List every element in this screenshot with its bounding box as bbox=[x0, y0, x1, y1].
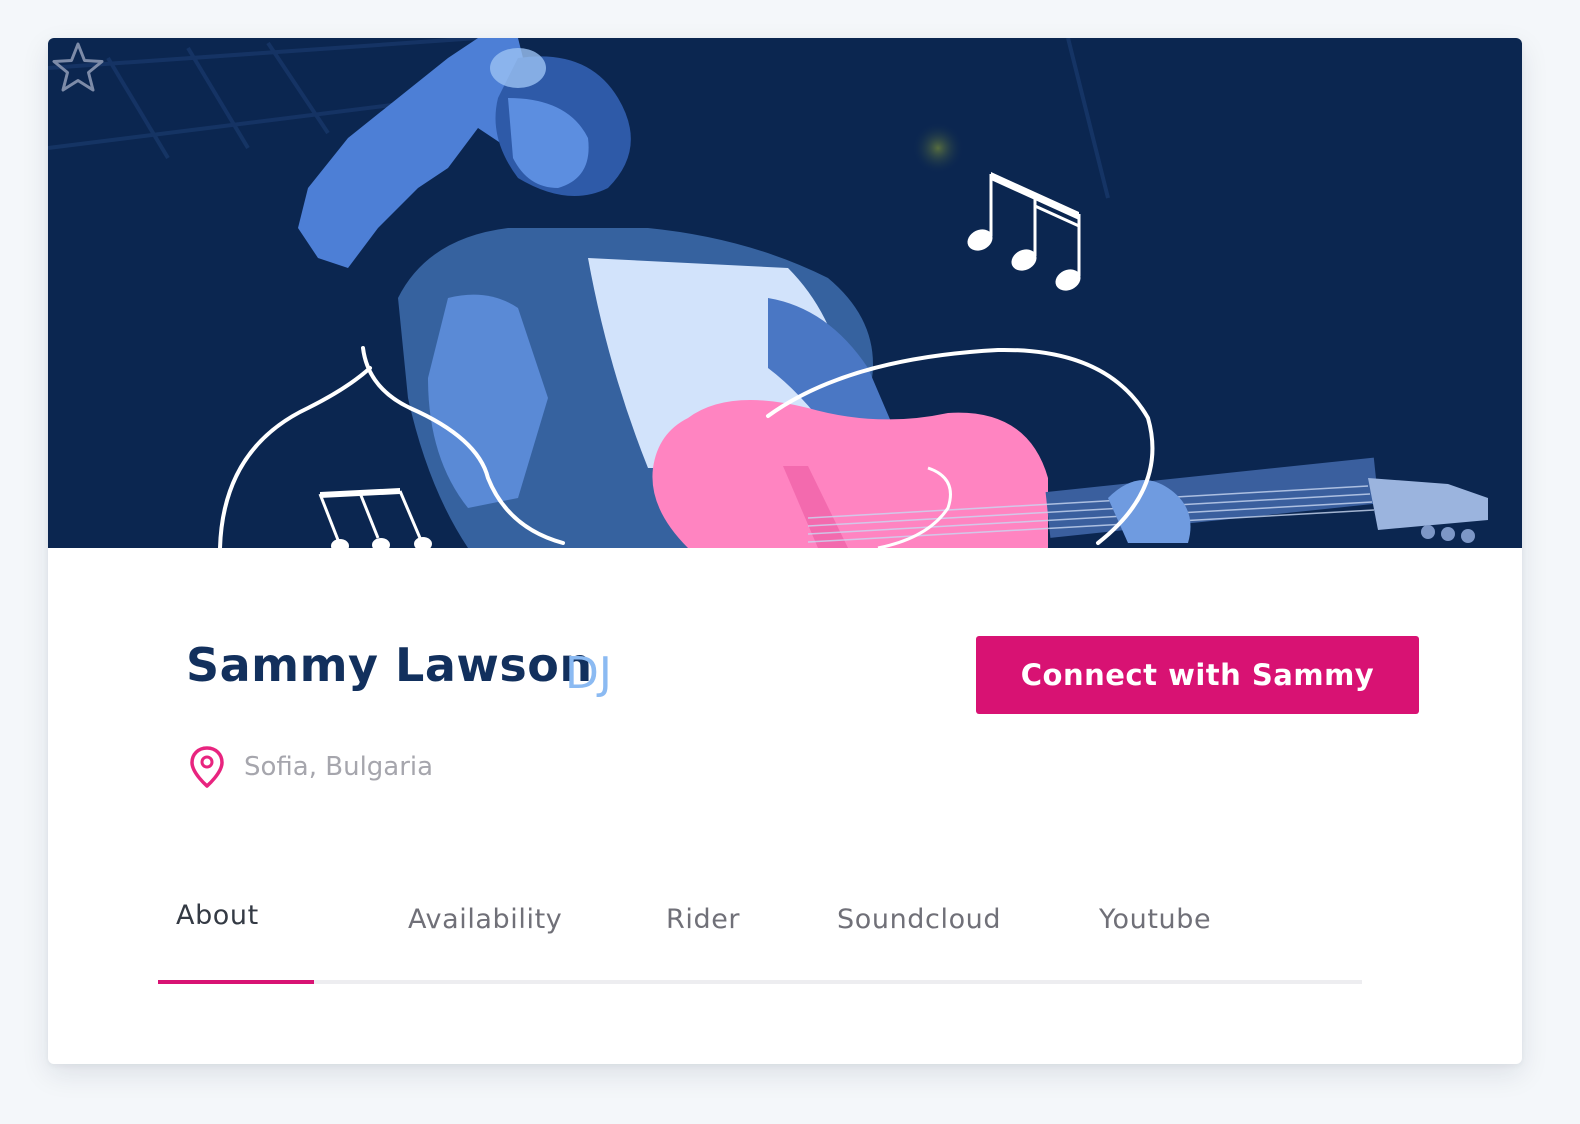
profile-role: DJ bbox=[565, 648, 612, 699]
guitar-illustration bbox=[652, 400, 1488, 548]
tab-youtube[interactable]: Youtube bbox=[1099, 904, 1211, 935]
star-outline-icon[interactable] bbox=[48, 38, 108, 98]
location: Sofia, Bulgaria bbox=[188, 744, 433, 790]
map-pin-icon bbox=[190, 746, 224, 788]
tab-track bbox=[158, 980, 1362, 984]
tab-soundcloud[interactable]: Soundcloud bbox=[837, 904, 1001, 935]
tab-availability[interactable]: Availability bbox=[408, 904, 562, 935]
active-tab-indicator bbox=[158, 980, 314, 984]
cover-illustration bbox=[48, 38, 1488, 548]
profile-card: Sammy Lawson DJ Sofia, Bulgaria Connect … bbox=[48, 38, 1522, 1064]
profile-tabs: About Availability Rider Soundcloud Yout… bbox=[158, 890, 1362, 990]
cover-image bbox=[48, 38, 1522, 548]
tab-about[interactable]: About bbox=[176, 900, 259, 931]
profile-name: Sammy Lawson bbox=[186, 638, 593, 692]
tab-rider[interactable]: Rider bbox=[666, 904, 740, 935]
connect-button[interactable]: Connect with Sammy bbox=[976, 636, 1419, 714]
location-text: Sofia, Bulgaria bbox=[244, 752, 434, 782]
